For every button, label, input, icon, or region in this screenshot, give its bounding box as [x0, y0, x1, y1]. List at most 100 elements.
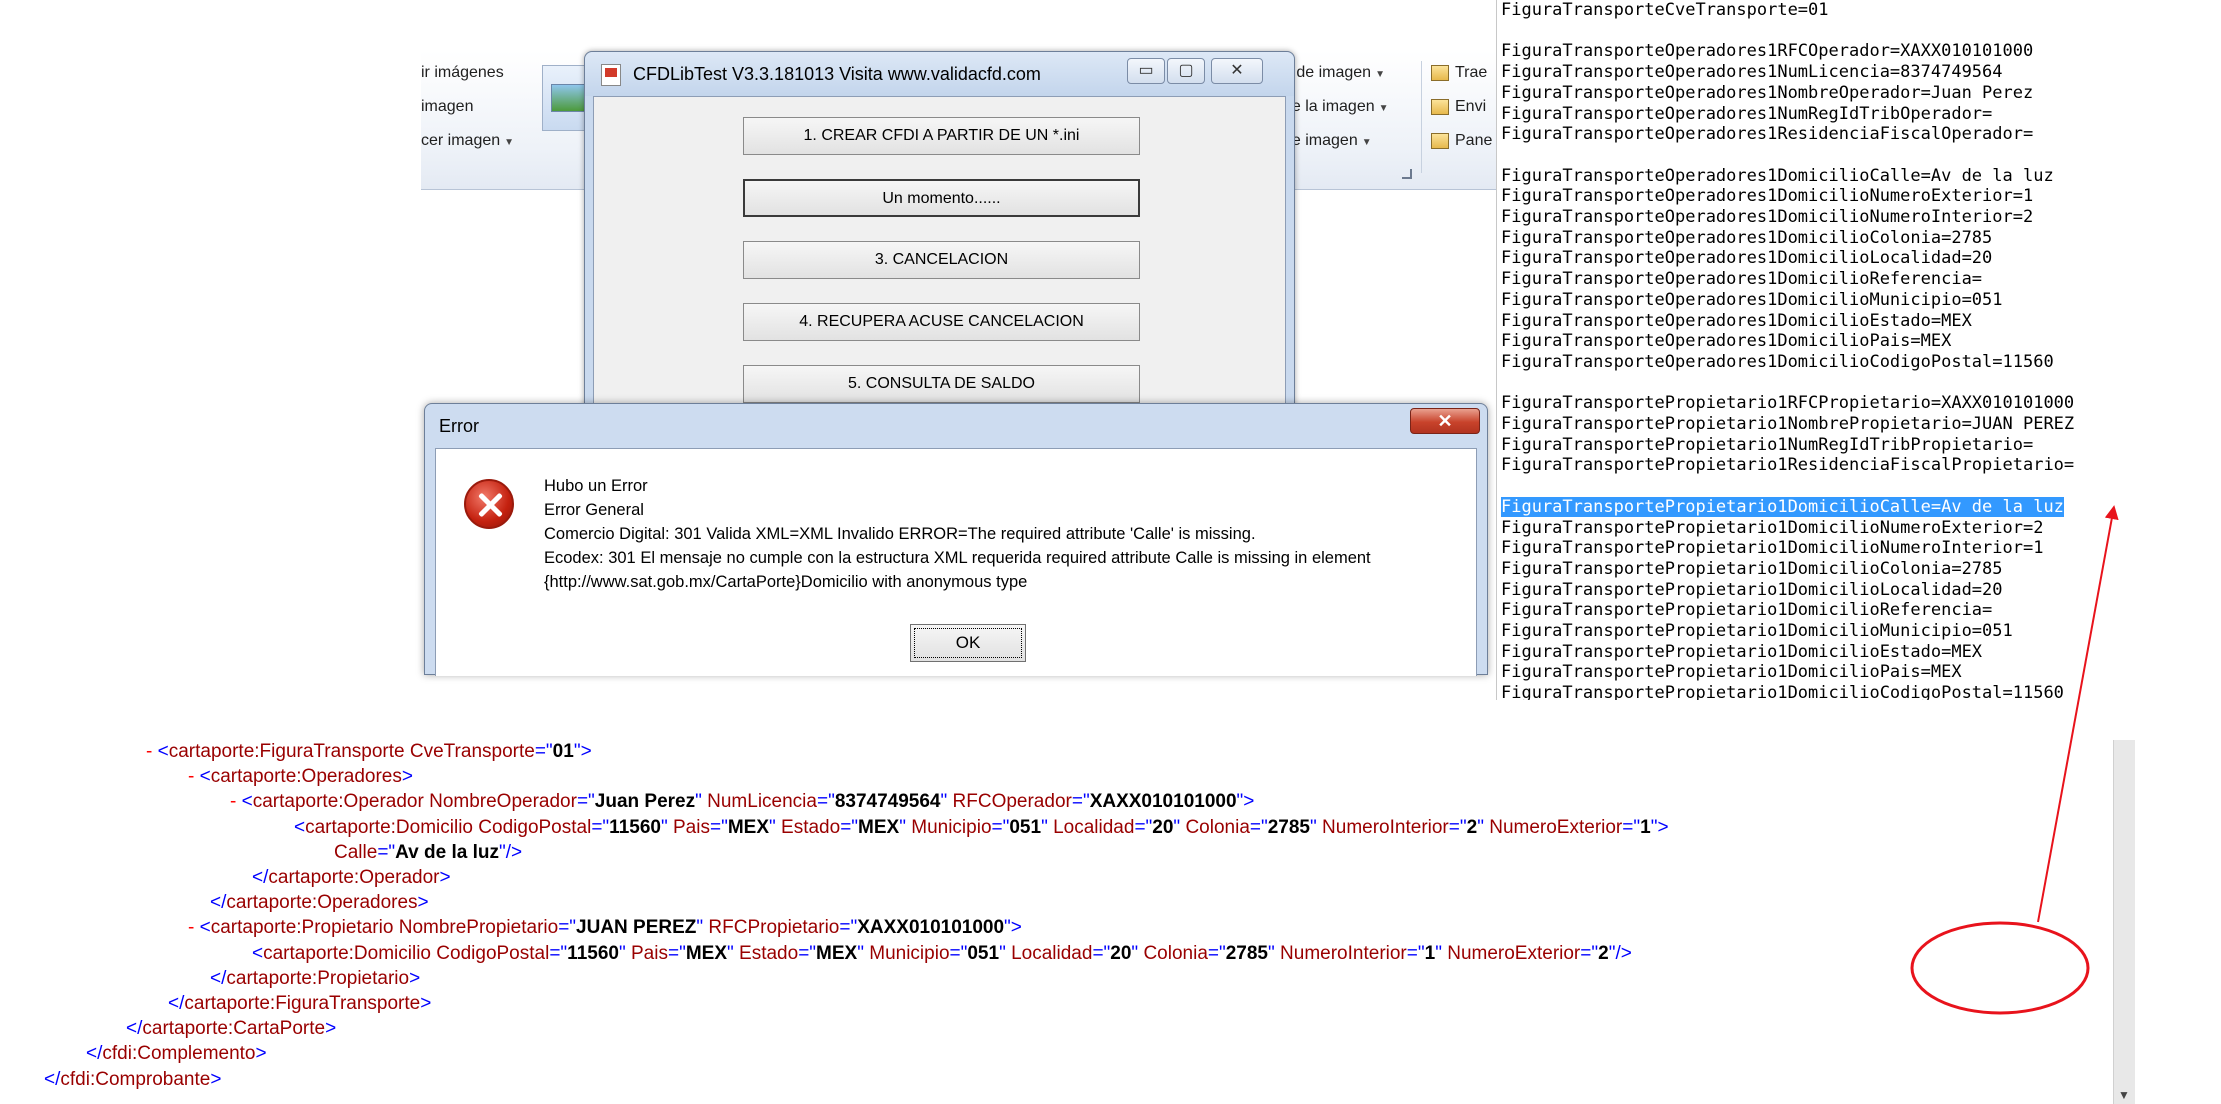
xml-punct: =" — [1207, 942, 1226, 964]
xml-punct: </ — [210, 967, 227, 989]
dropdown-arrow-icon: ▼ — [1375, 69, 1385, 80]
ini-line: FiguraTransporteOperadores1DomicilioLoca… — [1501, 248, 1993, 269]
ribbon-item-imagen[interactable]: imagen — [421, 98, 473, 116]
xml-punct: " — [899, 816, 906, 838]
xml-punct: =" — [840, 816, 859, 838]
ribbon-item-cambiar-imagenes[interactable]: ir imágenes — [421, 64, 504, 82]
minimize-icon: ▭ — [1138, 62, 1154, 79]
xml-attr-value: 11560 — [567, 942, 619, 964]
xml-attr-name: CodigoPostal — [436, 942, 550, 964]
xml-tag-name: cartaporte:Operadores — [226, 892, 418, 914]
xml-tag-name: cartaporte:FiguraTransporte — [168, 741, 405, 762]
minimize-button[interactable]: ▭ — [1127, 58, 1165, 84]
ribbon-item-traer-adelante[interactable]: Trae — [1455, 64, 1487, 82]
ini-line: FiguraTransportePropietario1DomicilioCod… — [1501, 683, 2064, 700]
close-button[interactable]: ✕ — [1211, 58, 1263, 84]
xml-line-operadores-open: - <cartaporte:Operadores> — [188, 765, 413, 789]
error-dialog: Error ✕ Hubo un Error Error General Come… — [424, 403, 1488, 676]
dialog-launcher-icon[interactable] — [1402, 169, 1412, 179]
error-heading: Hubo un Error — [544, 477, 648, 495]
consulta-saldo-button[interactable]: 5. CONSULTA DE SALDO — [743, 365, 1140, 403]
xml-tag-name: cartaporte:CartaPorte — [142, 1018, 326, 1040]
xml-attr-name: CveTransporte — [409, 741, 535, 762]
xml-punct: =" — [558, 917, 577, 939]
cancelacion-button[interactable]: 3. CANCELACION — [743, 241, 1140, 279]
ini-line: FiguraTransporteOperadores1ResidenciaFis… — [1501, 124, 2034, 145]
xml-punct: " — [1435, 942, 1442, 964]
xml-attr-value: JUAN PEREZ — [576, 917, 697, 939]
xml-attr-value: 051 — [967, 942, 1000, 964]
ribbon-item-restablecer-imagen[interactable]: cer imagen ▼ — [421, 132, 514, 150]
ini-line: FiguraTransportePropietario1ResidenciaFi… — [1501, 455, 2075, 476]
ini-line: FiguraTransporteOperadores1DomicilioNume… — [1501, 186, 2034, 207]
xml-punct: < — [199, 917, 211, 939]
ini-line: FiguraTransportePropietario1DomicilioMun… — [1501, 621, 2013, 641]
ini-line: FiguraTransporteOperadores1DomicilioEsta… — [1501, 310, 1972, 331]
xml-punct: " — [999, 942, 1006, 964]
xml-punct: > — [439, 867, 451, 888]
xml-scrollbar[interactable] — [2113, 740, 2135, 1104]
xml-punct: </ — [210, 892, 227, 914]
xml-attr-value: 11560 — [609, 816, 661, 838]
ini-text-panel[interactable]: FiguraTransporteCveTransporte=01 FiguraTr… — [1496, 0, 2221, 700]
ribbon-item-diseno-imagen[interactable]: de imagen ▼ — [1283, 132, 1372, 150]
error-icon — [464, 479, 514, 529]
crear-cfdi-button[interactable]: 1. CREAR CFDI A PARTIR DE UN *.ini — [743, 117, 1140, 155]
collapse-toggle[interactable]: - — [230, 791, 236, 812]
xml-attr-value: MEX — [685, 942, 727, 964]
maximize-button[interactable]: ▢ — [1167, 58, 1205, 84]
xml-line-figura-open: - <cartaporte:FiguraTransporte CveTransp… — [146, 740, 592, 764]
xml-punct: =" — [816, 791, 835, 813]
xml-attr-value: 051 — [1009, 816, 1042, 838]
ribbon-item-contorno-imagen[interactable]: o de imagen ▼ — [1283, 64, 1385, 82]
ini-line: FiguraTransportePropietario1DomicilioEst… — [1501, 641, 1983, 662]
xml-tag-name: cartaporte:Propietario — [226, 967, 410, 989]
ok-button[interactable]: OK — [910, 624, 1026, 662]
xml-punct: =" — [798, 942, 817, 964]
xml-punct: " — [618, 942, 626, 964]
xml-punct: " — [1004, 917, 1011, 939]
recupera-acuse-button[interactable]: 4. RECUPERA ACUSE CANCELACION — [743, 303, 1140, 341]
xml-line-operador-close: </cartaporte:Operador> — [252, 866, 451, 890]
error-dialog-body: Hubo un Error Error General Comercio Dig… — [435, 448, 1477, 676]
xml-punct: </ — [86, 1043, 103, 1065]
collapse-toggle[interactable]: - — [188, 766, 194, 787]
xml-tag-name: cartaporte:Operador — [268, 867, 440, 888]
xml-tag-name: cartaporte:FiguraTransporte — [184, 993, 421, 1014]
collapse-toggle[interactable]: - — [188, 917, 194, 938]
xml-tag-name: cartaporte:Propietario — [210, 917, 394, 939]
xml-punct: > — [580, 741, 592, 762]
ribbon-item-panel-seleccion[interactable]: Pane — [1455, 132, 1492, 150]
xml-line-op-domicilio: <cartaporte:Domicilio CodigoPostal="1156… — [294, 816, 1669, 840]
xml-attr-name: Localidad — [1053, 816, 1135, 838]
xml-punct: </ — [252, 867, 269, 888]
xml-punct: </ — [126, 1018, 143, 1040]
collapse-toggle[interactable]: - — [146, 741, 152, 762]
error-close-button[interactable]: ✕ — [1410, 408, 1480, 434]
xml-punct: " — [1131, 942, 1139, 964]
ini-line: FiguraTransporteOperadores1DomicilioMuni… — [1501, 289, 2003, 310]
cfdlibtest-titlebar[interactable]: CFDLibTest V3.3.181013 Visita www.valida… — [585, 52, 1294, 96]
xml-punct: " — [1041, 816, 1048, 838]
dropdown-arrow-icon: ▼ — [504, 137, 515, 148]
xml-punct: " — [696, 917, 704, 939]
ribbon-item-enviar-atras[interactable]: Envi — [1455, 98, 1486, 116]
xml-line-operadores-close: </cartaporte:Operadores> — [210, 891, 429, 915]
xml-punct: =" — [1071, 791, 1090, 813]
ribbon-item-efectos-imagen[interactable]: de la imagen ▼ — [1283, 98, 1389, 116]
xml-attr-name: Municipio — [911, 816, 992, 838]
ini-line: FiguraTransportePropietario1NumRegIdTrib… — [1501, 434, 2034, 455]
close-icon: ✕ — [1437, 411, 1453, 431]
xml-punct: =" — [1448, 816, 1467, 838]
xml-punct: " — [1477, 816, 1484, 838]
xml-punct: > — [401, 766, 413, 788]
scroll-down-icon[interactable]: ▼ — [2113, 1088, 2135, 1104]
xml-viewer: - < cartaporte:FiguraTransporte CveTransp… — [0, 730, 2221, 1104]
xml-attr-value: 01 — [552, 741, 574, 762]
xml-attr-value: 2 — [1466, 816, 1478, 838]
xml-attr-name: Pais — [673, 816, 710, 838]
xml-attr-name: CodigoPostal — [478, 816, 592, 838]
ini-line: FiguraTransportePropietario1DomicilioPai… — [1501, 662, 1962, 683]
un-momento-button[interactable]: Un momento...... — [743, 179, 1140, 217]
xml-attr-name: NumLicencia — [707, 791, 817, 813]
